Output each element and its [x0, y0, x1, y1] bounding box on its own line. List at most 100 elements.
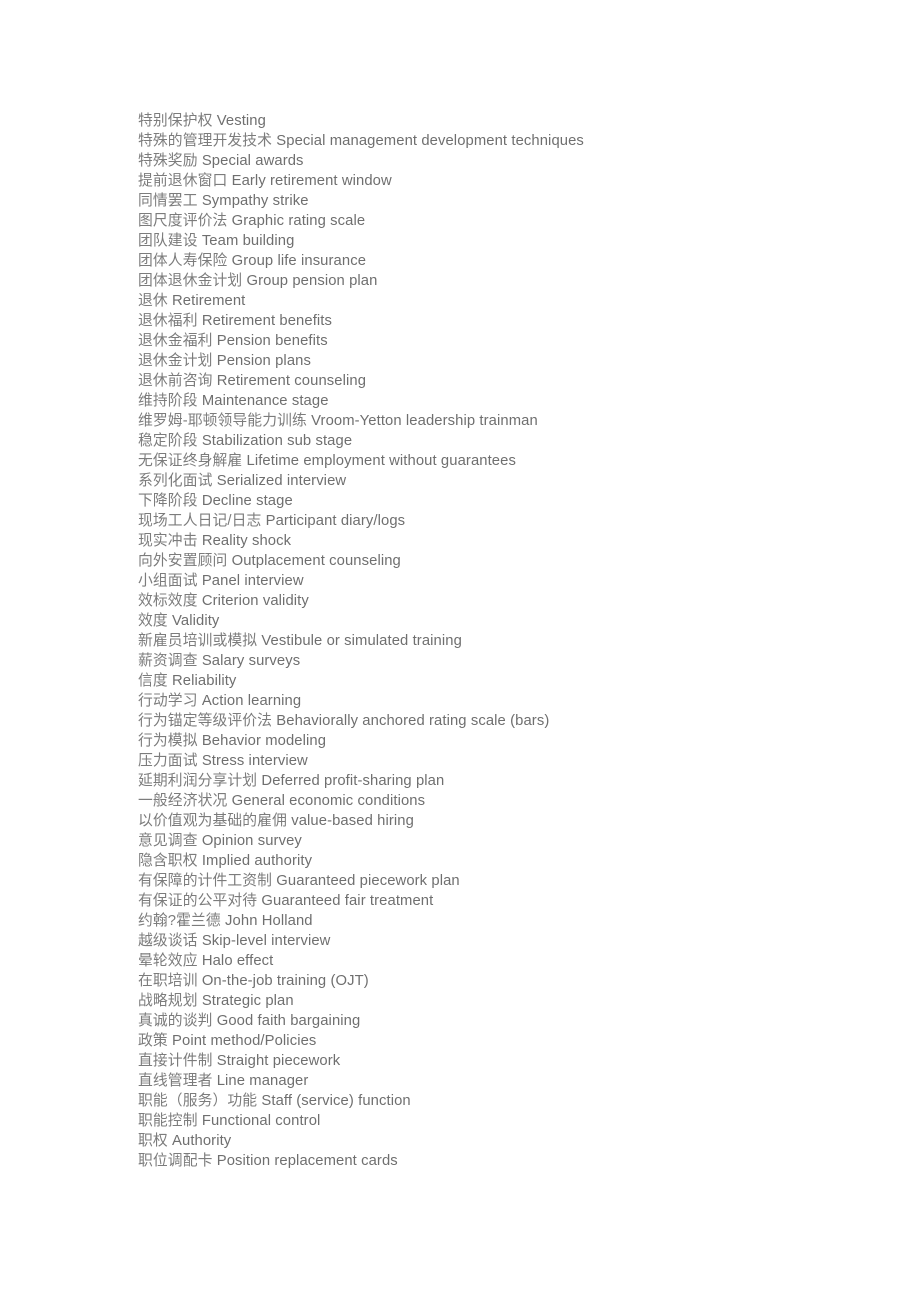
- glossary-term-english: Vroom-Yetton leadership trainman: [311, 413, 538, 429]
- glossary-term-english: Implied authority: [201, 853, 313, 869]
- glossary-term-chinese: 退休金计划: [138, 353, 213, 369]
- glossary-entry: 图尺度评价法 Graphic rating scale: [138, 211, 878, 231]
- glossary-term-chinese: 行为模拟: [138, 733, 198, 749]
- glossary-term-chinese: 退休金福利: [138, 333, 213, 349]
- glossary-term-english: Deferred profit-sharing plan: [261, 773, 445, 789]
- glossary-term-english: Reliability: [172, 673, 237, 689]
- glossary-entry: 稳定阶段 Stabilization sub stage: [138, 431, 878, 451]
- glossary-term-english: Guaranteed fair treatment: [261, 893, 434, 909]
- glossary-term-english: Vesting: [216, 113, 266, 129]
- glossary-term-chinese: 小组面试: [138, 573, 198, 589]
- glossary-term-chinese: 直接计件制: [138, 1053, 213, 1069]
- glossary-entry: 向外安置顾问 Outplacement counseling: [138, 551, 878, 571]
- glossary-entry: 职能（服务）功能 Staff (service) function: [138, 1091, 878, 1111]
- glossary-entry: 效标效度 Criterion validity: [138, 591, 878, 611]
- glossary-term-english: Line manager: [216, 1073, 309, 1089]
- glossary-term-chinese: 约翰?霍兰德: [138, 913, 221, 929]
- glossary-term-chinese: 效标效度: [138, 593, 198, 609]
- glossary-term-english: Pension plans: [216, 353, 311, 369]
- glossary-term-chinese: 有保证的公平对待: [138, 893, 258, 909]
- glossary-term-english: General economic conditions: [231, 793, 426, 809]
- glossary-term-chinese: 新雇员培训或模拟: [138, 633, 258, 649]
- glossary-entry: 压力面试 Stress interview: [138, 751, 878, 771]
- glossary-term-english: Group life insurance: [231, 253, 367, 269]
- glossary-term-chinese: 特殊奖励: [138, 153, 198, 169]
- glossary-term-chinese: 越级谈话: [138, 933, 198, 949]
- glossary-term-english: John Holland: [225, 913, 313, 929]
- glossary-entry: 特殊的管理开发技术 Special management development…: [138, 131, 878, 151]
- glossary-term-english: Behaviorally anchored rating scale (bars…: [276, 713, 550, 729]
- glossary-entry: 信度 Reliability: [138, 671, 878, 691]
- glossary-term-english: Stress interview: [201, 753, 308, 769]
- glossary-term-chinese: 以价值观为基础的雇佣: [138, 813, 287, 829]
- glossary-term-chinese: 退休前咨询: [138, 373, 213, 389]
- glossary-term-english: Opinion survey: [201, 833, 302, 849]
- glossary-term-english: Position replacement cards: [216, 1153, 398, 1169]
- glossary-term-english: Halo effect: [201, 953, 274, 969]
- glossary-term-chinese: 维持阶段: [138, 393, 198, 409]
- glossary-term-english: Retirement benefits: [201, 313, 333, 329]
- glossary-entry: 退休福利 Retirement benefits: [138, 311, 878, 331]
- glossary-term-english: Reality shock: [201, 533, 292, 549]
- glossary-term-chinese: 系列化面试: [138, 473, 213, 489]
- glossary-entry: 延期利润分享计划 Deferred profit-sharing plan: [138, 771, 878, 791]
- glossary-term-english: Decline stage: [201, 493, 293, 509]
- glossary-entry: 以价值观为基础的雇佣 value-based hiring: [138, 811, 878, 831]
- glossary-entry: 退休前咨询 Retirement counseling: [138, 371, 878, 391]
- glossary-term-english: Skip-level interview: [201, 933, 331, 949]
- glossary-term-chinese: 职能控制: [138, 1113, 198, 1129]
- glossary-term-english: Strategic plan: [201, 993, 294, 1009]
- glossary-entry: 职权 Authority: [138, 1131, 878, 1151]
- glossary-term-english: Special awards: [201, 153, 304, 169]
- glossary-term-chinese: 退休: [138, 293, 168, 309]
- glossary-term-chinese: 退休福利: [138, 313, 198, 329]
- glossary-term-chinese: 同情罢工: [138, 193, 198, 209]
- glossary-term-chinese: 晕轮效应: [138, 953, 198, 969]
- glossary-term-chinese: 有保障的计件工资制: [138, 873, 273, 889]
- glossary-entry: 行为锚定等级评价法 Behaviorally anchored rating s…: [138, 711, 878, 731]
- glossary-term-english: Retirement: [172, 293, 246, 309]
- glossary-term-english: Graphic rating scale: [231, 213, 366, 229]
- glossary-term-chinese: 职能（服务）功能: [138, 1093, 258, 1109]
- glossary-entry: 维持阶段 Maintenance stage: [138, 391, 878, 411]
- glossary-term-english: Pension benefits: [216, 333, 328, 349]
- glossary-term-english: Vestibule or simulated training: [261, 633, 462, 649]
- glossary-entry: 行为模拟 Behavior modeling: [138, 731, 878, 751]
- glossary-term-english: Action learning: [201, 693, 302, 709]
- glossary-term-chinese: 薪资调查: [138, 653, 198, 669]
- glossary-entry: 越级谈话 Skip-level interview: [138, 931, 878, 951]
- glossary-term-english: Participant diary/logs: [265, 513, 406, 529]
- glossary-term-chinese: 团队建设: [138, 233, 198, 249]
- glossary-term-english: Stabilization sub stage: [201, 433, 353, 449]
- glossary-term-chinese: 现场工人日记/日志: [138, 513, 262, 529]
- glossary-entry: 在职培训 On-the-job training (OJT): [138, 971, 878, 991]
- glossary-term-english: value-based hiring: [291, 813, 414, 829]
- glossary-entry: 有保证的公平对待 Guaranteed fair treatment: [138, 891, 878, 911]
- glossary-entry: 团队建设 Team building: [138, 231, 878, 251]
- glossary-entry: 维罗姆-耶顿领导能力训练 Vroom-Yetton leadership tra…: [138, 411, 878, 431]
- glossary-term-chinese: 信度: [138, 673, 168, 689]
- glossary-entry: 职能控制 Functional control: [138, 1111, 878, 1131]
- glossary-term-chinese: 提前退休窗口: [138, 173, 228, 189]
- glossary-term-chinese: 职位调配卡: [138, 1153, 213, 1169]
- glossary-entry: 战略规划 Strategic plan: [138, 991, 878, 1011]
- glossary-term-english: Guaranteed piecework plan: [276, 873, 460, 889]
- glossary-entry: 效度 Validity: [138, 611, 878, 631]
- glossary-term-english: Lifetime employment without guarantees: [246, 453, 516, 469]
- glossary-term-chinese: 团体人寿保险: [138, 253, 228, 269]
- glossary-entry: 团体退休金计划 Group pension plan: [138, 271, 878, 291]
- glossary-entry: 真诚的谈判 Good faith bargaining: [138, 1011, 878, 1031]
- glossary-entry: 直线管理者 Line manager: [138, 1071, 878, 1091]
- glossary-entry: 现实冲击 Reality shock: [138, 531, 878, 551]
- glossary-entry: 职位调配卡 Position replacement cards: [138, 1151, 878, 1171]
- glossary-term-english: Functional control: [201, 1113, 321, 1129]
- glossary-term-chinese: 政策: [138, 1033, 168, 1049]
- glossary-entry: 退休金计划 Pension plans: [138, 351, 878, 371]
- glossary-entry: 特别保护权 Vesting: [138, 111, 878, 131]
- glossary-term-chinese: 稳定阶段: [138, 433, 198, 449]
- glossary-term-chinese: 特别保护权: [138, 113, 213, 129]
- glossary-term-chinese: 在职培训: [138, 973, 198, 989]
- glossary-term-english: Panel interview: [201, 573, 304, 589]
- glossary-term-english: Point method/Policies: [172, 1033, 317, 1049]
- glossary-entry: 下降阶段 Decline stage: [138, 491, 878, 511]
